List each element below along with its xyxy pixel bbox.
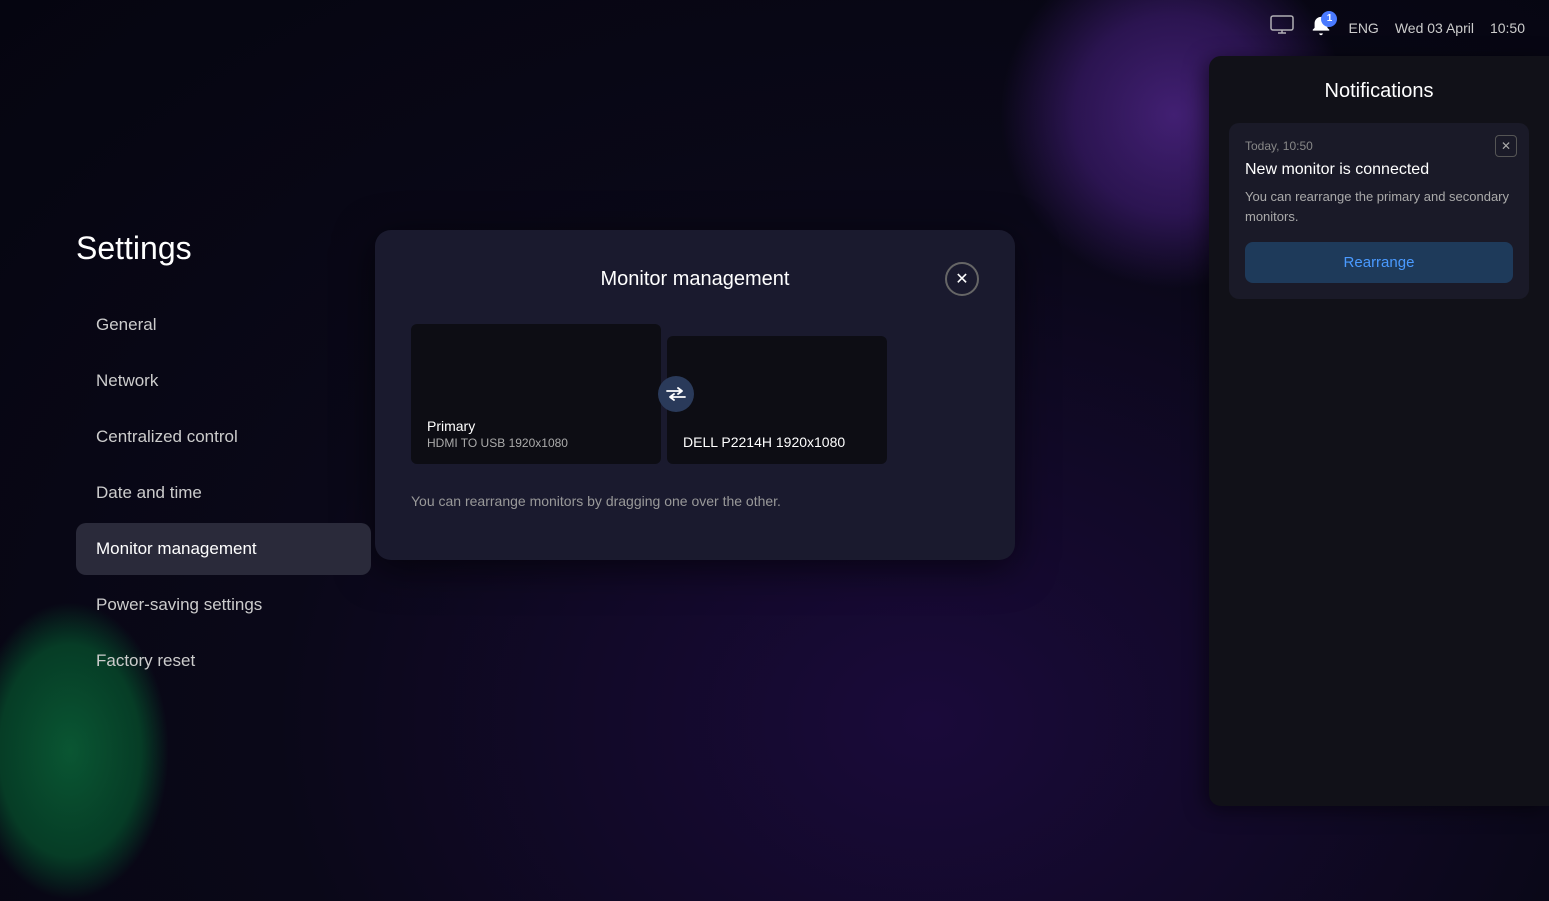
settings-title: Settings (76, 230, 371, 267)
sidebar-item-general[interactable]: General (76, 299, 371, 351)
sidebar-item-factory-reset[interactable]: Factory reset (76, 635, 371, 687)
sidebar-item-network[interactable]: Network (76, 355, 371, 407)
notifications-title: Notifications (1229, 80, 1529, 103)
sidebar-item-power-saving-settings[interactable]: Power-saving settings (76, 579, 371, 631)
modal-header: Monitor management ✕ (411, 262, 979, 296)
notifications-panel: Notifications ✕ Today, 10:50 New monitor… (1209, 56, 1549, 806)
bell-button[interactable]: 1 (1310, 15, 1332, 42)
primary-monitor[interactable]: Primary HDMI TO USB 1920x1080 (411, 324, 661, 464)
topbar-date: Wed 03 April (1395, 20, 1474, 36)
modal-monitor-management: Monitor management ✕ Primary HDMI TO USB… (375, 230, 1015, 560)
bell-badge: 1 (1321, 11, 1337, 27)
notification-time: Today, 10:50 (1245, 139, 1513, 153)
modal-title: Monitor management (445, 268, 945, 291)
secondary-monitor-label: DELL P2214H 1920x1080 (683, 434, 871, 450)
notification-close-button[interactable]: ✕ (1495, 135, 1517, 157)
primary-monitor-label: Primary (427, 418, 645, 434)
settings-panel: Settings General Network Centralized con… (76, 230, 371, 691)
display-icon[interactable] (1270, 15, 1294, 41)
notification-card: ✕ Today, 10:50 New monitor is connected … (1229, 123, 1529, 299)
settings-menu: General Network Centralized control Date… (76, 299, 371, 687)
modal-hint: You can rearrange monitors by dragging o… (411, 492, 979, 512)
notification-title: New monitor is connected (1245, 161, 1513, 179)
language-selector[interactable]: ENG (1348, 20, 1378, 36)
sidebar-item-centralized-control[interactable]: Centralized control (76, 411, 371, 463)
topbar-time: 10:50 (1490, 20, 1525, 36)
swap-monitors-icon[interactable] (658, 376, 694, 412)
monitors-container: Primary HDMI TO USB 1920x1080 DELL P2214… (411, 324, 979, 464)
primary-monitor-sublabel: HDMI TO USB 1920x1080 (427, 436, 645, 450)
topbar: 1 ENG Wed 03 April 10:50 (0, 0, 1549, 56)
modal-close-button[interactable]: ✕ (945, 262, 979, 296)
sidebar-item-date-and-time[interactable]: Date and time (76, 467, 371, 519)
sidebar-item-monitor-management[interactable]: Monitor management (76, 523, 371, 575)
rearrange-button[interactable]: Rearrange (1245, 242, 1513, 283)
secondary-monitor[interactable]: DELL P2214H 1920x1080 (667, 336, 887, 464)
notification-body: You can rearrange the primary and second… (1245, 187, 1513, 226)
